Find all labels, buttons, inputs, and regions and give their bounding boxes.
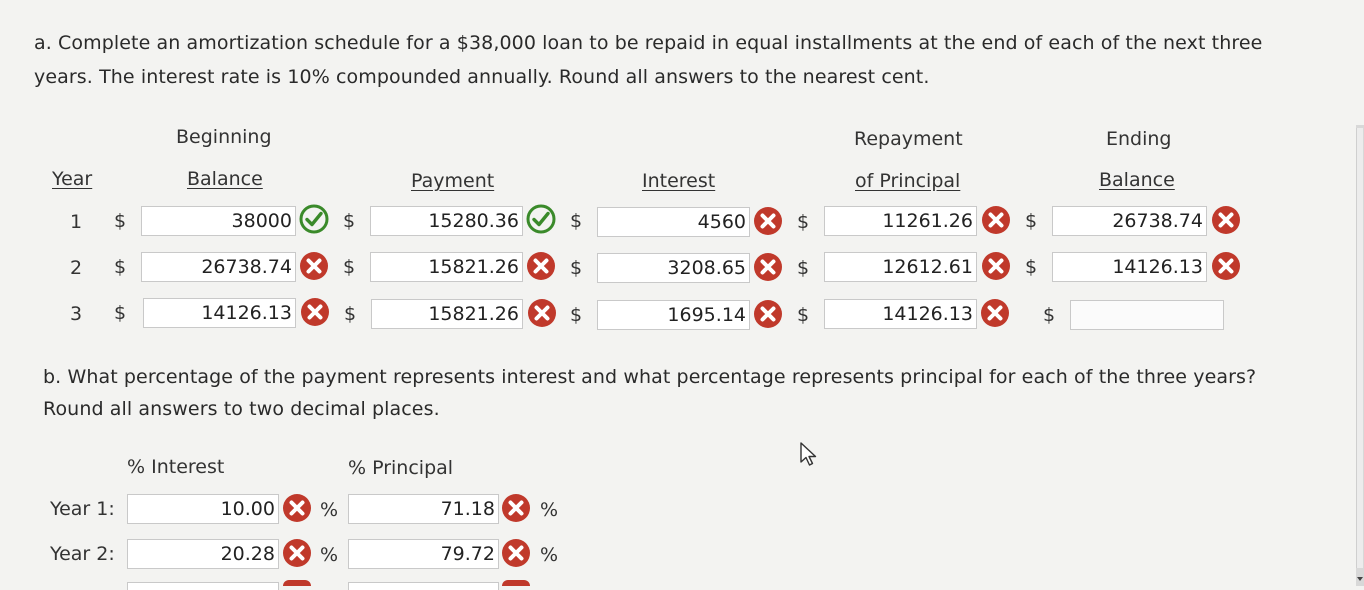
interest-input[interactable]: 1695.14 <box>597 300 750 330</box>
beginning-balance-input[interactable]: 38000 <box>141 206 296 236</box>
header-year: Year <box>52 168 93 190</box>
x-icon <box>1212 206 1240 234</box>
x-icon <box>502 494 530 522</box>
currency-symbol: $ <box>114 256 127 278</box>
question-b-line1: b. What percentage of the payment repres… <box>43 366 1257 388</box>
header-pct-interest: % Interest <box>127 456 225 478</box>
x-icon <box>982 206 1010 234</box>
x-icon <box>300 252 328 280</box>
principal-input[interactable]: 14126.13 <box>824 299 977 329</box>
x-icon-partial <box>283 580 311 586</box>
scrollbar-thumb[interactable] <box>1356 128 1363 568</box>
beginning-balance-input[interactable]: 26738.74 <box>141 252 296 282</box>
percent-symbol: % <box>320 499 339 521</box>
question-a: a. Complete an amortization schedule for… <box>34 32 1263 88</box>
currency-symbol: $ <box>797 257 810 279</box>
x-icon <box>502 539 530 567</box>
x-icon <box>754 207 782 235</box>
currency-symbol: $ <box>570 210 583 232</box>
currency-symbol: $ <box>1025 256 1038 278</box>
pct-principal-input[interactable]: 71.18 <box>348 494 499 524</box>
question-b-line2: Round all answers to two decimal places. <box>43 398 440 420</box>
percent-symbol: % <box>540 499 559 521</box>
percent-symbol: % <box>320 544 339 566</box>
currency-symbol: $ <box>570 304 583 326</box>
currency-symbol: $ <box>797 304 810 326</box>
pct-interest-input[interactable]: 10.00 <box>127 494 279 524</box>
header-payment: Payment <box>411 170 495 192</box>
beginning-balance-input[interactable]: 14126.13 <box>143 298 296 328</box>
mouse-cursor-icon <box>800 442 817 466</box>
ending-balance-input[interactable]: 26738.74 <box>1052 206 1207 236</box>
interest-input[interactable]: 4560 <box>597 207 750 237</box>
pct-interest-input-partial[interactable] <box>127 582 279 590</box>
year-label: 1 <box>70 211 83 233</box>
ending-balance-input[interactable] <box>1070 300 1224 330</box>
x-icon <box>981 299 1009 327</box>
x-icon <box>283 494 311 522</box>
x-icon-partial <box>502 580 530 586</box>
x-icon <box>982 252 1010 280</box>
currency-symbol: $ <box>797 211 810 233</box>
currency-symbol: $ <box>1025 210 1038 232</box>
check-icon <box>299 204 329 234</box>
currency-symbol: $ <box>114 302 127 324</box>
principal-input[interactable]: 12612.61 <box>824 252 977 282</box>
payment-input[interactable]: 15821.26 <box>370 252 523 282</box>
pct-principal-input[interactable]: 79.72 <box>348 539 499 569</box>
header-pct-principal: % Principal <box>348 457 454 479</box>
x-icon <box>301 298 329 326</box>
check-icon <box>526 204 556 234</box>
x-icon <box>1212 252 1240 280</box>
interest-input[interactable]: 3208.65 <box>597 253 750 283</box>
currency-symbol: $ <box>1043 304 1056 326</box>
year-row-label: Year 1: <box>50 498 115 520</box>
percent-symbol: % <box>540 544 559 566</box>
payment-input[interactable]: 15821.26 <box>371 299 523 329</box>
currency-symbol: $ <box>344 303 357 325</box>
currency-symbol: $ <box>114 210 127 232</box>
x-icon <box>754 253 782 281</box>
year-row-label: Year 2: <box>50 543 115 565</box>
header-ending-top: Ending <box>1106 128 1172 150</box>
year-label: 2 <box>70 257 83 279</box>
x-icon <box>527 252 555 280</box>
x-icon <box>754 300 782 328</box>
payment-input[interactable]: 15280.36 <box>370 206 523 236</box>
header-repayment-top: Repayment <box>854 128 963 150</box>
currency-symbol: $ <box>343 210 356 232</box>
currency-symbol: $ <box>570 257 583 279</box>
pct-principal-input-partial[interactable] <box>348 582 499 590</box>
x-icon <box>283 539 311 567</box>
principal-input[interactable]: 11261.26 <box>824 206 977 236</box>
pct-interest-input[interactable]: 20.28 <box>127 539 279 569</box>
header-ending-balance: Balance <box>1099 169 1175 191</box>
year-label: 3 <box>70 303 83 325</box>
header-beginning-top: Beginning <box>176 126 272 148</box>
ending-balance-input[interactable]: 14126.13 <box>1052 252 1207 282</box>
header-repayment-principal: of Principal <box>855 170 961 192</box>
currency-symbol: $ <box>343 256 356 278</box>
x-icon <box>528 299 556 327</box>
header-beginning-balance: Balance <box>187 168 263 190</box>
header-interest: Interest <box>642 170 716 192</box>
scroll-down-arrow-icon[interactable] <box>1356 572 1364 586</box>
